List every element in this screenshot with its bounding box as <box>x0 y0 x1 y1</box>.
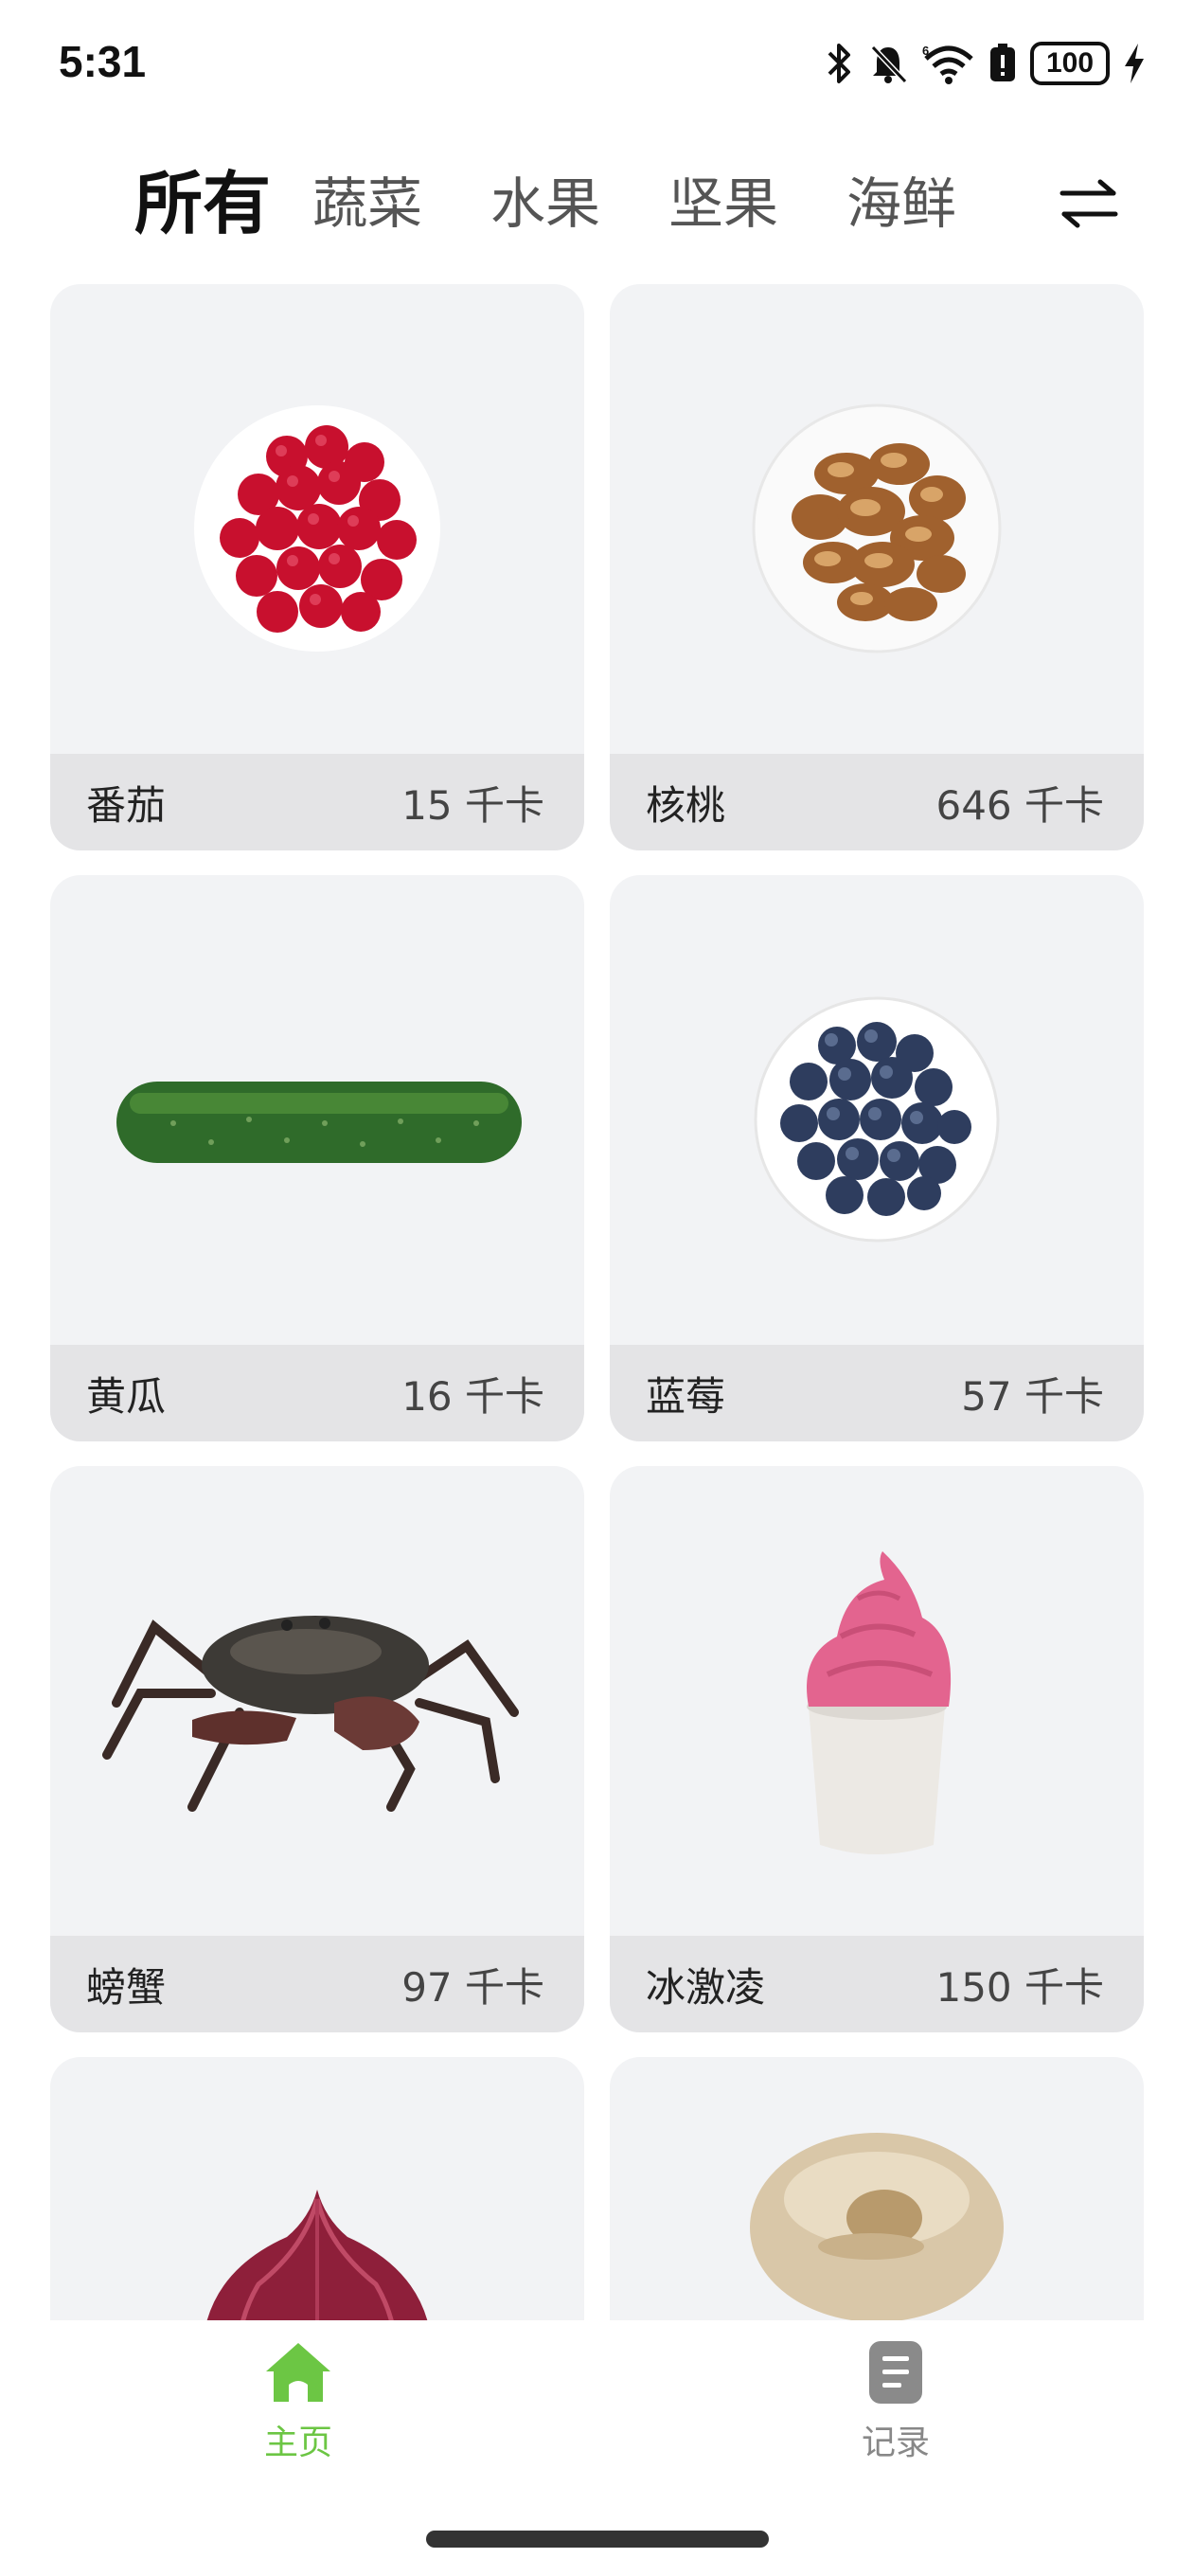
food-card[interactable] <box>610 2057 1144 2320</box>
category-tabs: 所有 蔬菜 水果 坚果 海鲜 <box>0 152 1193 256</box>
food-image <box>610 2057 1144 2320</box>
battery-level: 100 <box>1030 42 1110 85</box>
food-info-bar: 核桃 646 千卡 <box>610 754 1144 850</box>
food-calories: 57 千卡 <box>961 1372 1104 1420</box>
food-calories: 97 千卡 <box>401 1963 544 2011</box>
food-image <box>610 1466 1144 1936</box>
food-info-bar: 冰激凌 150 千卡 <box>610 1936 1144 2032</box>
svg-text:6: 6 <box>922 44 929 58</box>
bluetooth-icon <box>828 44 850 83</box>
nav-home[interactable]: 主页 <box>204 2339 393 2464</box>
status-bar: 5:31 6 100 <box>0 0 1193 133</box>
food-card[interactable]: 核桃 646 千卡 <box>610 284 1144 850</box>
food-name: 核桃 <box>646 781 726 829</box>
food-calories: 646 千卡 <box>935 781 1104 829</box>
food-image <box>50 1466 584 1936</box>
tab-nuts[interactable]: 坚果 <box>668 152 778 256</box>
home-indicator[interactable] <box>426 2531 769 2548</box>
food-image <box>610 284 1144 754</box>
tab-seafood[interactable]: 海鲜 <box>846 152 956 256</box>
switch-view-icon[interactable] <box>1059 178 1119 229</box>
food-card[interactable]: 番茄 15 千卡 <box>50 284 584 850</box>
status-icons: 6 100 <box>826 42 1146 85</box>
wifi-6-icon: 6 <box>922 44 973 84</box>
charging-bolt-icon <box>1125 44 1144 83</box>
food-image <box>50 2057 584 2320</box>
food-name: 螃蟹 <box>86 1963 167 2011</box>
food-image <box>610 875 1144 1345</box>
food-image <box>50 284 584 754</box>
nav-record-label: 记录 <box>861 2424 930 2462</box>
food-card[interactable]: 螃蟹 97 千卡 <box>50 1466 584 2032</box>
nav-home-label: 主页 <box>263 2424 332 2462</box>
food-image <box>50 875 584 1345</box>
food-name: 番茄 <box>86 781 167 829</box>
food-card[interactable]: 黄瓜 16 千卡 <box>50 875 584 1441</box>
food-grid: 番茄 15 千卡 核桃 646 千卡 黄瓜 16 千卡 蓝莓 57 千卡 螃蟹 … <box>0 284 1193 2320</box>
food-card[interactable]: 冰激凌 150 千卡 <box>610 1466 1144 2032</box>
tab-vegetables[interactable]: 蔬菜 <box>312 152 422 256</box>
status-time: 5:31 <box>59 37 147 86</box>
tab-all[interactable]: 所有 <box>134 152 271 256</box>
food-info-bar: 番茄 15 千卡 <box>50 754 584 850</box>
mushroom-image <box>750 2133 1004 2320</box>
food-name: 冰激凌 <box>646 1963 766 2011</box>
tab-fruits[interactable]: 水果 <box>490 152 600 256</box>
walnuts-image <box>752 403 1002 653</box>
food-calories: 15 千卡 <box>401 781 544 829</box>
food-name: 蓝莓 <box>646 1372 726 1420</box>
cranberries-image <box>194 405 440 652</box>
food-card[interactable]: 蓝莓 57 千卡 <box>610 875 1144 1441</box>
record-icon <box>869 2341 922 2404</box>
food-calories: 150 千卡 <box>935 1963 1104 2011</box>
food-calories: 16 千卡 <box>401 1372 544 1420</box>
food-info-bar: 螃蟹 97 千卡 <box>50 1936 584 2032</box>
crab-image <box>102 1616 519 1812</box>
cucumber-image <box>116 1082 522 1163</box>
home-icon <box>266 2343 330 2402</box>
food-info-bar: 蓝莓 57 千卡 <box>610 1345 1144 1441</box>
nav-record[interactable]: 记录 <box>801 2339 990 2464</box>
mute-bell-icon <box>870 45 908 84</box>
red-onion-image <box>206 2190 428 2320</box>
blueberries-image <box>754 996 1000 1243</box>
food-card[interactable] <box>50 2057 584 2320</box>
food-info-bar: 黄瓜 16 千卡 <box>50 1345 584 1441</box>
battery-saver-icon <box>990 44 1015 81</box>
food-name: 黄瓜 <box>86 1372 167 1420</box>
app-screen: 5:31 6 100 所有 蔬菜 水果 坚果 海鲜 番茄 15 千卡 核桃 64… <box>0 0 1193 2576</box>
ice-cream-image <box>807 1551 952 1854</box>
